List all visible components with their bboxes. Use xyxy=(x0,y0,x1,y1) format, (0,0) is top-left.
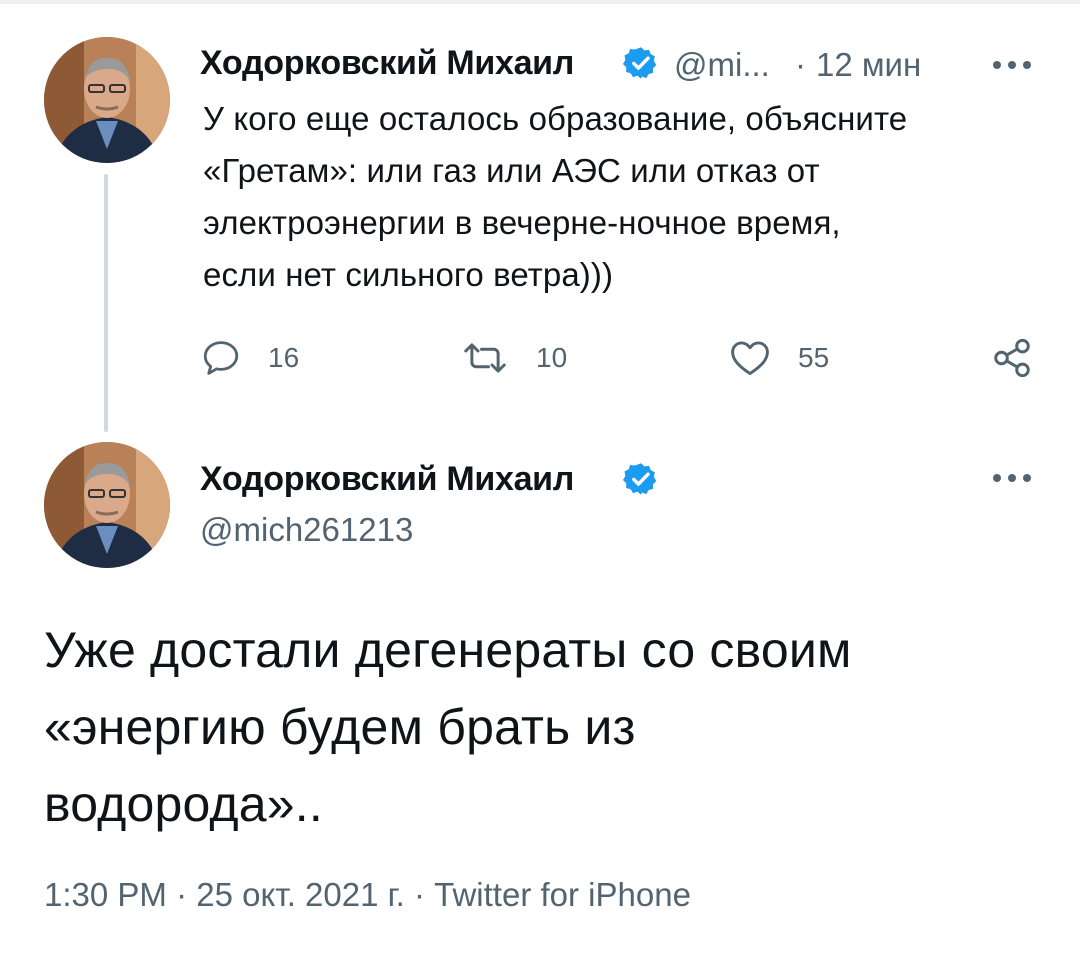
reply-count: 16 xyxy=(268,342,300,373)
avatar-photo-icon xyxy=(44,442,170,568)
heart-icon xyxy=(731,341,769,376)
retweet-icon xyxy=(464,343,506,373)
meta-separator: · xyxy=(795,46,806,83)
thread-connector-line xyxy=(104,174,108,432)
author-handle[interactable]: @mi... xyxy=(674,46,770,84)
tweet-text-line: «Гретам»: или газ или АЭС или отказ от xyxy=(203,152,820,189)
more-options-icon[interactable] xyxy=(990,58,1034,72)
tweet-text-line: Уже достали дегенераты со своим xyxy=(44,622,852,678)
main-tweet-text: Уже достали дегенераты со своим «энергию… xyxy=(44,612,852,843)
verified-badge-icon xyxy=(623,47,657,79)
author-name[interactable]: Ходорковский Михаил xyxy=(200,460,574,499)
tweet-text-line: если нет сильного ветра))) xyxy=(203,256,614,293)
retweet-button[interactable]: 10 xyxy=(460,337,567,379)
author-name[interactable]: Ходорковский Михаил xyxy=(200,44,574,83)
top-divider xyxy=(0,0,1080,4)
tweet-time[interactable]: 12 мин xyxy=(816,46,921,84)
tweet-text-line: водорода».. xyxy=(44,776,323,832)
avatar[interactable] xyxy=(44,37,170,163)
share-icon[interactable] xyxy=(991,337,1033,379)
tweet-text-line: «энергию будем брать из xyxy=(44,699,636,755)
tweet-text-line: У кого еще осталось образование, объясни… xyxy=(203,100,908,137)
like-button[interactable]: 55 xyxy=(728,336,829,380)
reply-icon xyxy=(203,341,239,375)
reply-button[interactable]: 16 xyxy=(200,337,299,379)
verified-badge-icon xyxy=(623,463,657,495)
like-count: 55 xyxy=(798,342,830,373)
retweet-count: 10 xyxy=(536,342,568,373)
tweet-timestamp-source[interactable]: 1:30 PM · 25 окт. 2021 г. · Twitter for … xyxy=(44,876,691,914)
avatar-photo-icon xyxy=(44,37,170,163)
more-options-icon[interactable] xyxy=(990,471,1034,485)
author-handle[interactable]: @mich261213 xyxy=(200,511,413,549)
tweet-text-line: электроэнергии в вечерне-ночное время, xyxy=(203,204,841,241)
avatar[interactable] xyxy=(44,442,170,568)
